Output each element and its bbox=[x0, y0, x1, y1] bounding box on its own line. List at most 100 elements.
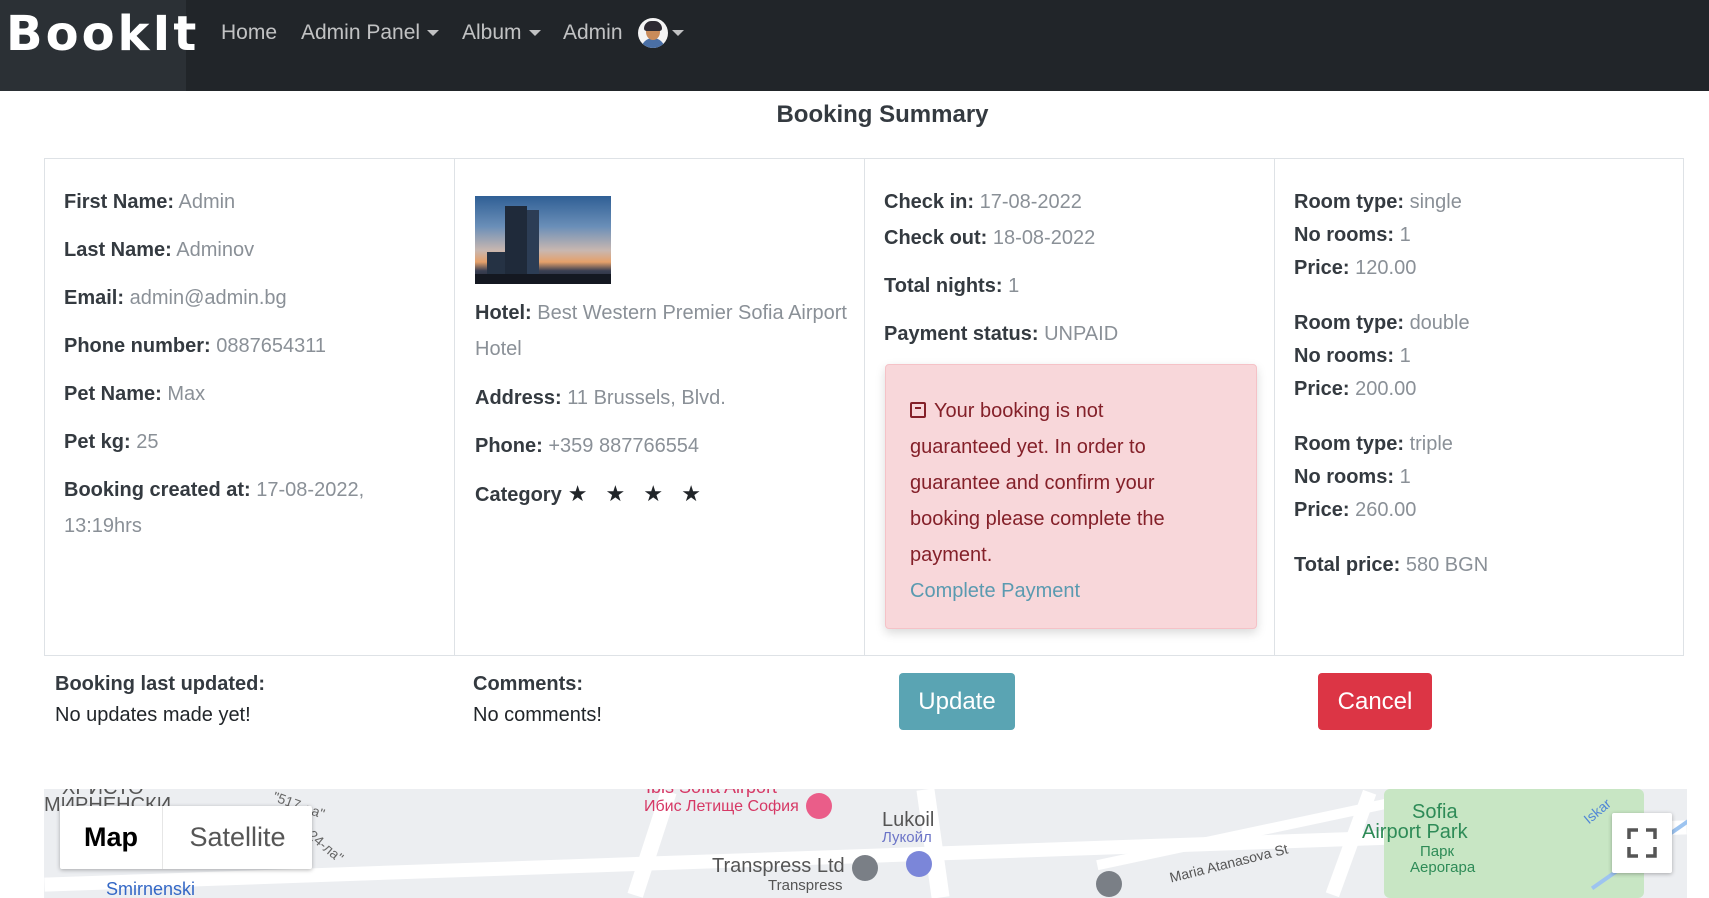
map-label-park: Airport Park bbox=[1362, 821, 1468, 843]
hotel-phone-field: Phone: +359 887766554 bbox=[475, 428, 699, 464]
hotel-name-field: Hotel: Best Western Premier Sofia Airpor… bbox=[475, 295, 850, 367]
payment-status-label: Payment status: bbox=[884, 323, 1039, 345]
nav-admin-panel-dropdown[interactable]: Admin Panel bbox=[301, 19, 440, 47]
check-out-value: 18-08-2022 bbox=[992, 227, 1096, 249]
pet-kg-label: Pet kg: bbox=[64, 431, 131, 453]
navbar: BookIt Home Admin Panel Album Admin bbox=[0, 0, 1709, 91]
chevron-down-icon bbox=[427, 30, 440, 36]
room-type-label: Room type: bbox=[1294, 312, 1404, 334]
hotel-category-field: Category ★ ★ ★ ★ bbox=[475, 476, 707, 513]
map-type-satellite-button[interactable]: Satellite bbox=[163, 806, 312, 869]
brand-text[interactable]: BookIt bbox=[6, 6, 199, 62]
cancel-button[interactable]: Cancel bbox=[1318, 673, 1432, 730]
update-button[interactable]: Update bbox=[899, 673, 1015, 730]
nav-home[interactable]: Home bbox=[221, 19, 277, 47]
last-updated-block: Booking last updated: No updates made ye… bbox=[55, 669, 265, 731]
place-pin-icon[interactable] bbox=[852, 855, 878, 881]
place-pin-icon[interactable] bbox=[1096, 871, 1122, 897]
fullscreen-icon-graphic bbox=[1627, 828, 1657, 858]
pet-name-value: Max bbox=[167, 383, 206, 405]
hotel-image-tower bbox=[505, 206, 527, 276]
hotel-name-label: Hotel: bbox=[475, 302, 532, 324]
nav-album-label[interactable]: Album bbox=[462, 21, 522, 45]
nav-admin[interactable]: Admin bbox=[563, 19, 623, 47]
hotel-image-ground bbox=[475, 274, 611, 284]
alert-line-1-text: Your booking is not bbox=[934, 400, 1104, 422]
gas-station-icon[interactable] bbox=[906, 851, 932, 877]
alert-line-5: payment. bbox=[910, 544, 993, 566]
hotel-pin-icon[interactable] bbox=[806, 793, 832, 819]
map-label-ibis: Ибис Летище София bbox=[644, 798, 799, 815]
room-count-field: No rooms: 1 bbox=[1294, 459, 1411, 495]
room-type-field: Room type: single bbox=[1294, 184, 1462, 220]
email-value: admin@admin.bg bbox=[129, 287, 287, 309]
room-count-value: 1 bbox=[1399, 224, 1411, 246]
fullscreen-icon[interactable] bbox=[1612, 813, 1672, 873]
hotel-image bbox=[475, 196, 611, 284]
booking-created-label: Booking created at: bbox=[64, 479, 251, 501]
map-label-park: Аерогара bbox=[1410, 859, 1476, 876]
page-title: Booking Summary bbox=[776, 101, 989, 128]
hotel-column: Hotel: Best Western Premier Sofia Airpor… bbox=[455, 159, 865, 655]
room-type-label: Room type: bbox=[1294, 191, 1404, 213]
comments-block: Comments: No comments! bbox=[473, 669, 602, 731]
comments-value: No comments! bbox=[473, 704, 602, 726]
guest-column: First Name: Admin Last Name: Adminov Ema… bbox=[45, 159, 455, 655]
avatar-hair bbox=[644, 21, 662, 31]
last-name-value: Adminov bbox=[176, 239, 255, 261]
room-count-value: 1 bbox=[1399, 466, 1411, 488]
comments-label: Comments: bbox=[473, 673, 584, 695]
map-label-transpress: Transpress bbox=[768, 877, 843, 894]
booking-summary-grid: First Name: Admin Last Name: Adminov Ema… bbox=[44, 158, 1684, 656]
nav-home-label[interactable]: Home bbox=[221, 21, 277, 45]
map-label-smirnenski: Smirnenski bbox=[106, 879, 196, 898]
complete-payment-link[interactable]: Complete Payment bbox=[910, 573, 1232, 609]
last-name-label: Last Name: bbox=[64, 239, 172, 261]
map-type-map-button[interactable]: Map bbox=[60, 806, 163, 869]
check-in-label: Check in: bbox=[884, 191, 975, 213]
nav-admin-panel-label[interactable]: Admin Panel bbox=[301, 21, 420, 45]
map-embed[interactable]: ХРИСТО МИРНЕНСКИ "517-ла" "524-ла" Ibis … bbox=[44, 789, 1687, 898]
chevron-down-icon[interactable] bbox=[672, 30, 684, 36]
total-price-label: Total price: bbox=[1294, 554, 1401, 576]
phone-value: 0887654311 bbox=[216, 335, 326, 357]
alert-line-2: guaranteed yet. In order to bbox=[910, 436, 1146, 458]
room-price-label: Price: bbox=[1294, 499, 1350, 521]
room-price-value: 260.00 bbox=[1355, 499, 1417, 521]
pet-name-field: Pet Name: Max bbox=[64, 376, 205, 412]
total-nights-value: 1 bbox=[1008, 275, 1020, 297]
last-name-field: Last Name: Adminov bbox=[64, 232, 254, 268]
email-label: Email: bbox=[64, 287, 125, 309]
room-price-field: Price: 120.00 bbox=[1294, 250, 1416, 286]
check-out-label: Check out: bbox=[884, 227, 988, 249]
chevron-down-icon bbox=[528, 30, 541, 36]
room-price-value: 200.00 bbox=[1355, 378, 1417, 400]
hotel-address-label: Address: bbox=[475, 387, 562, 409]
phone-field: Phone number: 0887654311 bbox=[64, 328, 326, 364]
room-type-field: Room type: double bbox=[1294, 305, 1470, 341]
alert-line-4: booking please complete the bbox=[910, 508, 1165, 530]
nav-admin-label[interactable]: Admin bbox=[563, 21, 623, 45]
hotel-phone-label: Phone: bbox=[475, 435, 543, 457]
brand-logo[interactable]: BookIt bbox=[0, 0, 196, 91]
room-price-field: Price: 260.00 bbox=[1294, 492, 1416, 528]
room-count-field: No rooms: 1 bbox=[1294, 217, 1411, 253]
room-type-value: single bbox=[1409, 191, 1462, 213]
total-price-value: 580 BGN bbox=[1405, 554, 1489, 576]
first-name-field: First Name: Admin bbox=[64, 184, 235, 220]
hotel-address-field: Address: 11 Brussels, Blvd. bbox=[475, 380, 726, 416]
room-type-value: triple bbox=[1409, 433, 1453, 455]
room-count-label: No rooms: bbox=[1294, 466, 1394, 488]
payment-alert: Your booking is not guaranteed yet. In o… bbox=[885, 364, 1257, 629]
nav-album-dropdown[interactable]: Album bbox=[462, 19, 541, 47]
map-label-park: Парк bbox=[1420, 843, 1455, 860]
first-name-label: First Name: bbox=[64, 191, 175, 213]
room-count-value: 1 bbox=[1399, 345, 1411, 367]
room-type-value: double bbox=[1409, 312, 1470, 334]
room-price-label: Price: bbox=[1294, 378, 1350, 400]
pet-kg-value: 25 bbox=[136, 431, 159, 453]
hotel-phone-value: +359 887766554 bbox=[548, 435, 700, 457]
user-avatar[interactable] bbox=[638, 18, 668, 48]
last-updated-value: No updates made yet! bbox=[55, 704, 251, 726]
room-price-value: 120.00 bbox=[1355, 257, 1417, 279]
